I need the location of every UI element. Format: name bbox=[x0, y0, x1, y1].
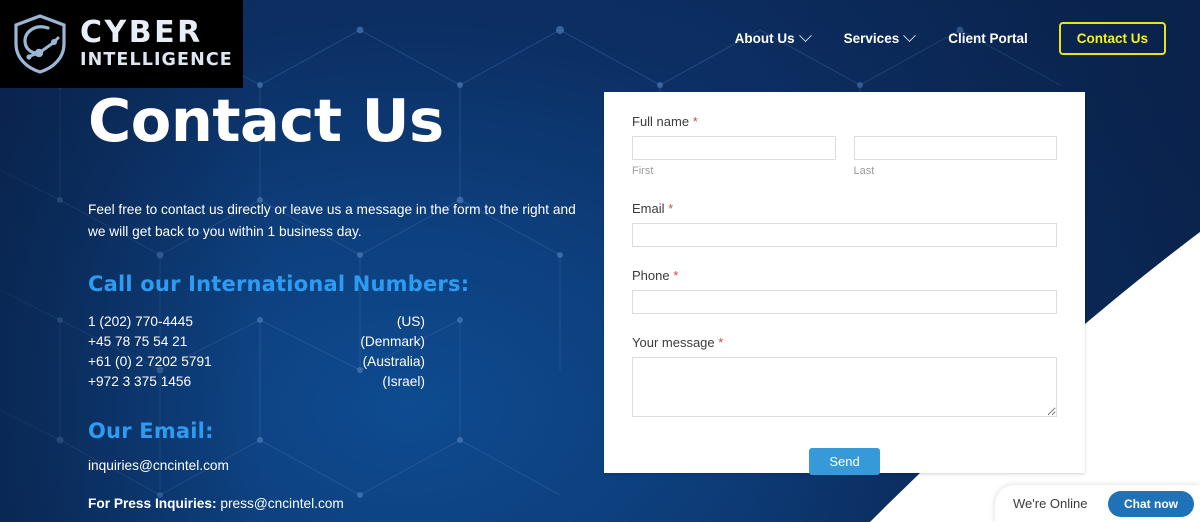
nav-label-services: Services bbox=[843, 31, 900, 46]
submit-row: Send bbox=[632, 448, 1057, 475]
nav-contact-us-button[interactable]: Contact Us bbox=[1058, 22, 1166, 55]
logo-line-1: CYBER bbox=[80, 15, 203, 51]
contact-page: CYBER INTELLIGENCE About Us Services Cli… bbox=[0, 0, 1200, 522]
press-email-address[interactable]: press@cncintel.com bbox=[220, 496, 343, 511]
hero-left-column: Contact Us Feel free to contact us direc… bbox=[88, 86, 588, 512]
nav-item-services[interactable]: Services bbox=[827, 25, 932, 52]
full-name-label-text: Full name bbox=[632, 114, 690, 129]
field-full-name: Full name * First Last bbox=[632, 114, 1057, 177]
phone-number[interactable]: +972 3 375 1456 bbox=[88, 372, 191, 392]
nav-item-client-portal[interactable]: Client Portal bbox=[931, 25, 1045, 52]
phone-input[interactable] bbox=[632, 290, 1057, 314]
contact-form-card: Full name * First Last Email * Phone * Y… bbox=[604, 92, 1085, 475]
phone-row: 1 (202) 770-4445 (US) bbox=[88, 312, 425, 332]
main-navigation: About Us Services Client Portal Contact … bbox=[718, 22, 1166, 55]
message-label-text: Your message bbox=[632, 335, 715, 350]
logo-wordmark: CYBER INTELLIGENCE bbox=[80, 18, 233, 70]
full-name-inputs-row: First Last bbox=[632, 136, 1057, 177]
logo-line-2: INTELLIGENCE bbox=[80, 50, 233, 71]
phone-number[interactable]: 1 (202) 770-4445 bbox=[88, 312, 193, 332]
hero-intro-text: Feel free to contact us directly or leav… bbox=[88, 201, 576, 240]
press-inquiries-line: For Press Inquiries: press@cncintel.com bbox=[88, 496, 588, 511]
send-button[interactable]: Send bbox=[809, 448, 880, 475]
chat-status-text: We're Online bbox=[1013, 496, 1088, 511]
last-name-column: Last bbox=[853, 136, 1057, 177]
phone-country: (Israel) bbox=[382, 374, 425, 390]
required-marker: * bbox=[668, 201, 674, 216]
nav-label-about-us: About Us bbox=[734, 31, 795, 46]
field-email: Email * bbox=[632, 201, 1057, 247]
page-title: Contact Us bbox=[88, 86, 444, 155]
phone-country: (US) bbox=[396, 314, 425, 330]
full-name-label: Full name * bbox=[632, 114, 1057, 129]
phone-row: +972 3 375 1456 (Israel) bbox=[88, 372, 425, 392]
chat-widget[interactable]: We're Online Chat now bbox=[995, 485, 1200, 522]
nav-label-client-portal: Client Portal bbox=[948, 31, 1028, 46]
primary-email-address[interactable]: inquiries@cncintel.com bbox=[88, 458, 588, 473]
first-name-column: First bbox=[632, 136, 836, 177]
first-name-input[interactable] bbox=[632, 136, 836, 160]
phone-row: +45 78 75 54 21 (Denmark) bbox=[88, 332, 425, 352]
phone-number[interactable]: +61 (0) 2 7202 5791 bbox=[88, 352, 212, 372]
message-label: Your message * bbox=[632, 335, 1057, 350]
last-name-sub-label: Last bbox=[853, 165, 875, 177]
phone-row: +61 (0) 2 7202 5791 (Australia) bbox=[88, 352, 425, 372]
phone-number[interactable]: +45 78 75 54 21 bbox=[88, 332, 187, 352]
shield-circuit-icon bbox=[8, 12, 72, 76]
phone-list: 1 (202) 770-4445 (US) +45 78 75 54 21 (D… bbox=[88, 312, 425, 392]
chevron-down-icon bbox=[798, 29, 812, 43]
email-input[interactable] bbox=[632, 223, 1057, 247]
phones-heading: Call our International Numbers: bbox=[88, 272, 470, 297]
required-marker: * bbox=[673, 268, 679, 283]
first-name-sub-label: First bbox=[632, 165, 654, 177]
required-marker: * bbox=[692, 114, 698, 129]
chevron-down-icon bbox=[903, 29, 917, 43]
field-phone: Phone * bbox=[632, 268, 1057, 314]
press-inquiries-label: For Press Inquiries: bbox=[88, 496, 217, 512]
message-textarea[interactable] bbox=[632, 357, 1057, 417]
phone-label-text: Phone bbox=[632, 268, 670, 283]
required-marker: * bbox=[718, 335, 724, 350]
phone-country: (Denmark) bbox=[360, 334, 425, 350]
site-logo[interactable]: CYBER INTELLIGENCE bbox=[0, 0, 243, 88]
nav-item-about-us[interactable]: About Us bbox=[718, 25, 827, 52]
chat-now-button[interactable]: Chat now bbox=[1108, 490, 1194, 517]
phone-label: Phone * bbox=[632, 268, 1057, 283]
email-label: Email * bbox=[632, 201, 1057, 216]
field-message: Your message * bbox=[632, 335, 1057, 422]
email-heading: Our Email: bbox=[88, 419, 214, 444]
email-label-text: Email bbox=[632, 201, 665, 216]
phone-country: (Australia) bbox=[362, 354, 425, 370]
last-name-input[interactable] bbox=[853, 136, 1057, 160]
